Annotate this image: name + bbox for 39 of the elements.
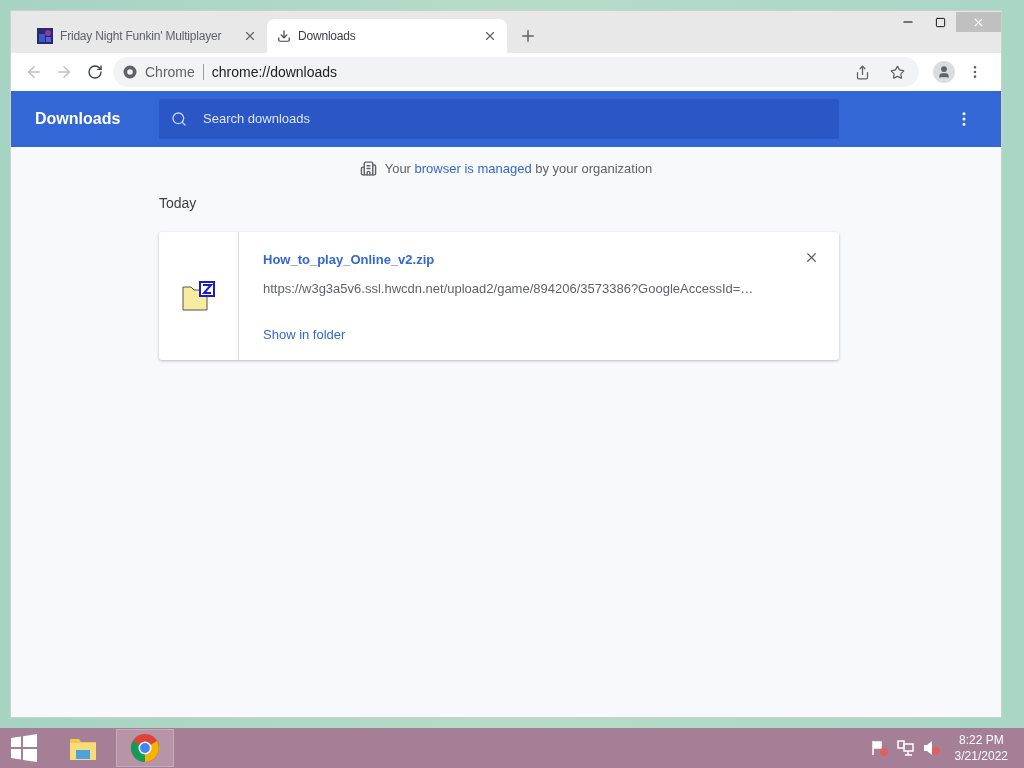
close-icon[interactable] (243, 29, 257, 43)
tab-title: Friday Night Funkin' Multiplayer (60, 28, 223, 45)
maximize-icon[interactable] (935, 16, 946, 28)
download-url: https://w3g3a5v6.ssl.hwcdn.net/upload2/game/894206/3573386?GoogleAccessId=… (263, 280, 755, 298)
browser-tab[interactable]: Friday Night Funkin' Multiplayer (27, 19, 267, 53)
clock-time: 8:22 PM (958, 732, 1004, 748)
browser-tab[interactable]: Downloads (267, 19, 507, 53)
managed-link[interactable]: browser is managed (414, 161, 532, 176)
chrome-icon (130, 733, 160, 763)
address-bar[interactable]: Chrome chrome://downloads (113, 57, 919, 87)
share-icon[interactable] (855, 64, 870, 80)
tab-title: Downloads (298, 28, 357, 45)
site-label: Chrome (145, 62, 195, 82)
flag-icon[interactable] (870, 740, 889, 756)
managed-notice: Your browser is managed by your organization (384, 160, 653, 178)
new-tab-icon[interactable] (519, 27, 537, 45)
speaker-icon[interactable] (922, 740, 941, 756)
clock-date: 3/21/2022 (954, 748, 1008, 764)
zip-file-icon (181, 280, 216, 311)
download-icon (277, 29, 291, 43)
network-icon[interactable] (896, 740, 915, 756)
close-icon[interactable] (483, 29, 497, 43)
building-icon (359, 160, 377, 178)
person-icon (937, 65, 951, 79)
file-name-link[interactable]: How_to_play_Online_v2.zip (263, 249, 435, 269)
clock[interactable]: 8:22 PM 3/21/2022 (954, 732, 1008, 764)
search-field[interactable]: Search downloads (159, 99, 839, 139)
search-icon (171, 111, 187, 127)
start-icon[interactable] (10, 734, 38, 762)
page-title: Downloads (35, 109, 122, 129)
taskbar-app[interactable] (116, 729, 174, 767)
profile-avatar[interactable] (933, 61, 955, 83)
chrome-icon (123, 65, 137, 79)
url-text: chrome://downloads (211, 62, 339, 82)
show-in-folder-link[interactable]: Show in folder (263, 324, 346, 344)
section-label: Today (159, 193, 198, 213)
search-input[interactable]: Search downloads (203, 109, 827, 129)
reload-icon[interactable] (87, 64, 103, 80)
bookmark-star-icon[interactable] (890, 64, 905, 80)
